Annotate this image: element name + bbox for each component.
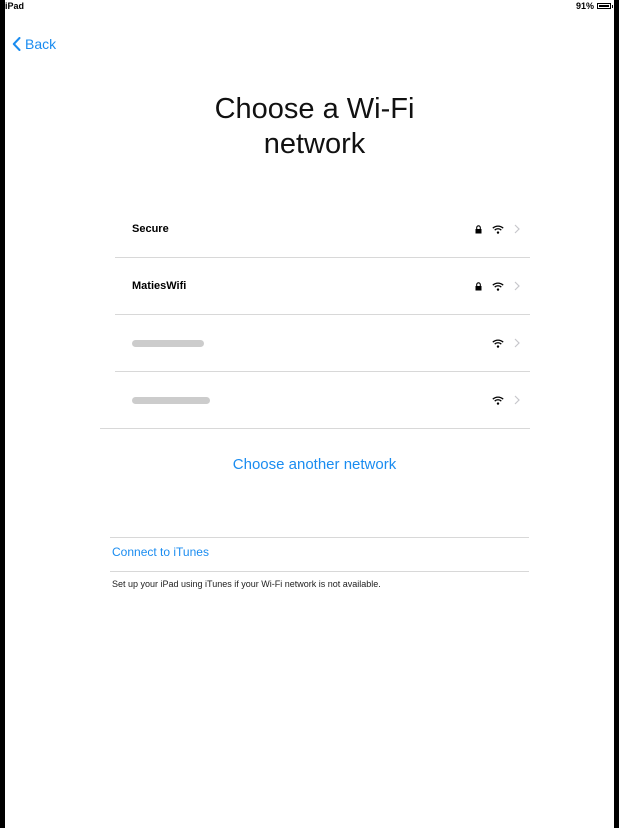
page-title-line-2: network [263, 127, 366, 160]
network-row-hidden-1[interactable] [115, 315, 530, 372]
chevron-right-icon [514, 224, 520, 234]
chevron-right-icon [514, 338, 520, 348]
lock-icon [475, 224, 482, 233]
redacted-network-name [132, 396, 210, 404]
network-row-matieswifi[interactable]: MatiesWifi [115, 258, 530, 315]
divider [110, 537, 529, 538]
network-name: MatiesWifi [132, 280, 187, 292]
wifi-icon [492, 281, 504, 291]
chevron-right-icon [514, 395, 520, 405]
lock-icon [475, 281, 482, 290]
battery-percentage: 91% [575, 1, 594, 11]
chevron-right-icon [514, 281, 520, 291]
connect-to-itunes-link[interactable]: Connect to iTunes [112, 545, 209, 559]
redacted-network-name [132, 339, 204, 347]
status-bar: iPad 91% [5, 0, 614, 12]
itunes-description: Set up your iPad using iTunes if your Wi… [112, 579, 381, 589]
network-status-icons [492, 338, 520, 348]
back-button[interactable]: Back [12, 36, 56, 52]
network-row-hidden-2[interactable] [100, 372, 530, 429]
page-title: Choose a Wi-Fi network [5, 92, 614, 162]
setup-screen: iPad 91% Back Choose a Wi-Fi network Sec… [5, 0, 614, 828]
chevron-left-icon [12, 37, 21, 51]
battery-indicator: 91% [575, 1, 613, 11]
wifi-icon [492, 395, 504, 405]
device-name: iPad [5, 1, 25, 11]
network-name: Secure [132, 223, 169, 235]
wifi-icon [492, 338, 504, 348]
network-list: Secure MatiesWifi [100, 201, 530, 429]
network-status-icons [475, 224, 520, 234]
page-title-line-1: Choose a Wi-Fi [214, 93, 415, 125]
network-row-secure[interactable]: Secure [115, 201, 530, 258]
network-status-icons [475, 281, 520, 291]
network-status-icons [492, 395, 520, 405]
wifi-icon [492, 224, 504, 234]
back-label: Back [25, 36, 57, 52]
battery-icon [597, 3, 613, 9]
divider [110, 571, 529, 572]
choose-another-network-button[interactable]: Choose another network [5, 456, 614, 473]
